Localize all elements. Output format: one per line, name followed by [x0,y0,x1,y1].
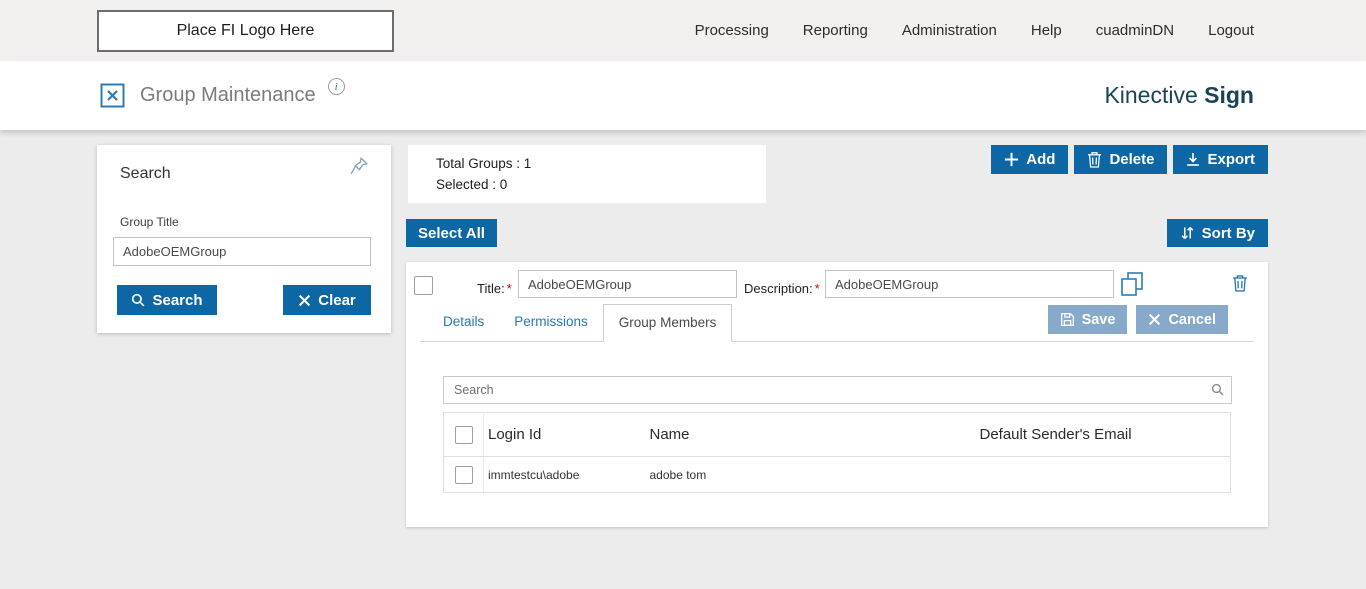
cancel-button[interactable]: Cancel [1136,305,1228,334]
tabs: Details Permissions Group Members [428,304,732,341]
pin-icon[interactable] [349,156,369,181]
sort-arrows-icon [1180,225,1195,241]
col-login-id: Login Id [484,413,646,457]
nav-administration[interactable]: Administration [902,22,997,39]
members-header-row: Login Id Name Default Sender's Email [444,413,1231,457]
info-glyph: i [335,81,338,93]
tab-bar: Details Permissions Group Members [420,305,1254,342]
member-login-id: immtestcu\adobe [484,457,646,493]
fi-logo-text: Place FI Logo Here [177,22,315,40]
delete-button[interactable]: Delete [1074,145,1167,174]
title-label-text: Title: [477,281,505,296]
nav-help[interactable]: Help [1031,22,1062,39]
col-default-sender-email: Default Sender's Email [976,413,1231,457]
header-checkbox[interactable] [455,426,473,444]
export-button-label: Export [1207,151,1255,168]
description-label: Description:* [744,281,820,296]
required-asterisk: * [507,281,512,296]
delete-button-label: Delete [1109,151,1154,168]
member-name: adobe tom [646,457,976,493]
x-icon [1148,313,1161,326]
member-row-checkbox[interactable] [455,466,473,484]
trash-icon [1087,151,1102,168]
group-maintenance-icon [100,83,125,108]
member-row[interactable]: immtestcu\adobe adobe tom [444,457,1231,493]
group-actions: Add Delete Export [991,145,1268,174]
copy-icon[interactable] [1120,271,1144,297]
clear-button[interactable]: Clear [283,285,371,315]
description-input[interactable] [825,270,1114,298]
page-title: Group Maintenance [140,84,316,107]
group-title-label: Group Title [120,215,179,229]
search-icon [1211,383,1224,396]
tab-group-members[interactable]: Group Members [603,304,733,342]
top-navigation: Processing Reporting Administration Help… [695,22,1254,39]
sort-by-button[interactable]: Sort By [1167,219,1268,247]
x-icon [298,294,311,307]
export-button[interactable]: Export [1173,145,1268,174]
cancel-button-label: Cancel [1168,312,1216,328]
brand-name: Kinective [1104,82,1197,108]
add-button[interactable]: Add [991,145,1068,174]
nav-processing[interactable]: Processing [695,22,769,39]
member-search [443,376,1232,404]
total-groups-text: Total Groups : 1 [436,156,766,171]
page-header: Group Maintenance i Kinective Sign [0,61,1366,130]
required-asterisk: * [815,281,820,296]
topbar: Place FI Logo Here Processing Reporting … [0,0,1366,61]
row-delete-icon[interactable] [1232,274,1248,292]
search-panel-title: Search [120,165,171,183]
save-button-label: Save [1082,312,1116,328]
col-name: Name [646,413,976,457]
plus-icon [1004,152,1019,167]
search-button-label: Search [152,292,202,309]
editor-actions: Save Cancel [1048,305,1228,334]
select-all-button[interactable]: Select All [406,219,497,247]
fi-logo-placeholder: Place FI Logo Here [97,10,394,52]
tab-permissions[interactable]: Permissions [499,304,603,341]
search-icon [131,293,145,307]
save-icon [1060,312,1075,327]
nav-username[interactable]: cuadminDN [1096,22,1174,39]
select-all-label: Select All [418,225,485,242]
search-panel: Search Group Title Search [97,145,391,333]
summary-panel: Total Groups : 1 Selected : 0 [408,145,766,203]
save-button[interactable]: Save [1048,305,1128,334]
add-button-label: Add [1026,151,1055,168]
brand-suffix: Sign [1204,82,1254,108]
tab-details[interactable]: Details [428,304,499,341]
info-icon[interactable]: i [328,78,345,95]
members-table: Login Id Name Default Sender's Email imm… [443,412,1231,493]
nav-reporting[interactable]: Reporting [803,22,868,39]
group-row-checkbox[interactable] [414,276,433,295]
description-label-text: Description: [744,281,813,296]
selected-count-text: Selected : 0 [436,177,766,192]
clear-button-label: Clear [318,292,356,309]
title-input[interactable] [518,270,737,298]
download-icon [1186,152,1200,167]
page: Place FI Logo Here Processing Reporting … [0,0,1366,589]
group-title-input[interactable] [113,237,371,266]
member-search-input[interactable] [443,376,1232,404]
content-area: Search Group Title Search [0,130,1366,589]
title-label: Title:* [477,281,512,296]
search-button[interactable]: Search [117,285,217,315]
member-email [976,457,1231,493]
brand: Kinective Sign [1104,82,1254,109]
group-editor: Title:* Description:* [406,262,1268,527]
sort-by-label: Sort By [1202,225,1255,242]
nav-logout[interactable]: Logout [1208,22,1254,39]
